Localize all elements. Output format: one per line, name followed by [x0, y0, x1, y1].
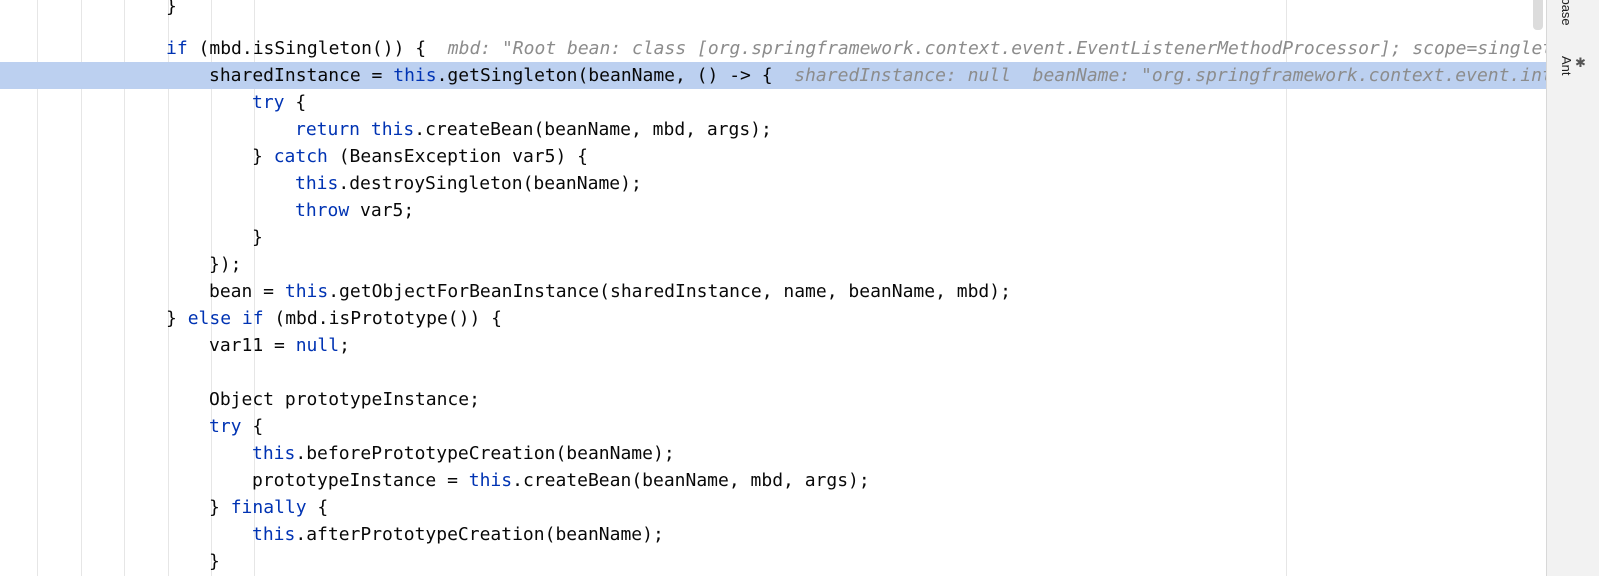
inline-debug-value: mbd: "Root bean: class [org.springframew…: [447, 38, 1547, 59]
code-token: var5;: [349, 200, 415, 221]
database-tab-label: Database: [1559, 0, 1574, 34]
keyword-token: try: [252, 92, 285, 113]
code-line[interactable]: }: [0, 548, 1547, 575]
code-token: }: [252, 146, 274, 167]
right-tool-window-bar: Database ✱ Ant: [1533, 0, 1599, 576]
code-token: {: [306, 497, 329, 518]
code-line[interactable]: this.destroySingleton(beanName);: [0, 170, 1547, 197]
code-token: .getObjectForBeanInstance(sharedInstance…: [328, 281, 1011, 302]
tool-window-tab-ant[interactable]: ✱ Ant: [1559, 56, 1589, 76]
ant-tab-label: Ant: [1559, 56, 1574, 76]
code-line[interactable]: [0, 8, 1547, 35]
code-line[interactable]: var11 = null;: [0, 332, 1547, 359]
keyword-token: this: [295, 173, 339, 194]
code-line[interactable]: this.afterPrototypeCreation(beanName);: [0, 521, 1547, 548]
code-token: }: [209, 551, 220, 572]
scrollbar-thumb[interactable]: [1533, 0, 1543, 30]
code-token: Object prototypeInstance;: [209, 389, 480, 410]
tool-window-tab-database[interactable]: Database: [1559, 0, 1574, 34]
code-token: .destroySingleton(beanName);: [338, 173, 642, 194]
keyword-token: this: [284, 281, 329, 302]
code-token: .afterPrototypeCreation(beanName);: [295, 524, 664, 545]
code-token: var11 =: [209, 335, 296, 356]
keyword-token: catch: [273, 146, 328, 167]
code-token: }: [209, 497, 231, 518]
code-line[interactable]: return this.createBean(beanName, mbd, ar…: [0, 116, 1547, 143]
code-line[interactable]: try {: [0, 89, 1547, 116]
code-line[interactable]: throw var5;: [0, 197, 1547, 224]
code-token: prototypeInstance =: [252, 470, 469, 491]
keyword-token: this: [393, 65, 437, 86]
code-line[interactable]: });: [0, 251, 1547, 278]
code-token: {: [241, 416, 264, 437]
keyword-token: try: [209, 416, 242, 437]
code-token: (mbd.isSingleton()) {: [187, 38, 448, 59]
code-token: (BeansException var5) {: [327, 146, 588, 167]
code-line[interactable]: } finally {: [0, 494, 1547, 521]
keyword-token: throw: [295, 200, 350, 221]
keyword-token: return: [295, 119, 361, 140]
code-line[interactable]: } else if (mbd.isPrototype()) {: [0, 305, 1547, 332]
code-token: bean =: [209, 281, 285, 302]
inline-debug-value: sharedInstance: null beanName: "org.spri…: [794, 65, 1547, 86]
code-token: .beforePrototypeCreation(beanName);: [295, 443, 675, 464]
code-token: .getSingleton(beanName, () -> {: [436, 65, 795, 86]
keyword-token: null: [295, 335, 340, 356]
keyword-token: this: [252, 524, 296, 545]
code-token: }: [166, 308, 188, 329]
keyword-token: this: [468, 470, 513, 491]
code-line[interactable]: try {: [0, 413, 1547, 440]
code-line[interactable]: prototypeInstance = this.createBean(bean…: [0, 467, 1547, 494]
keyword-token: this: [252, 443, 296, 464]
code-line[interactable]: this.beforePrototypeCreation(beanName);: [0, 440, 1547, 467]
code-token: (mbd.isPrototype()) {: [263, 308, 502, 329]
ant-icon: ✱: [1574, 56, 1589, 71]
code-line[interactable]: if (mbd.isSingleton()) { mbd: "Root bean…: [0, 35, 1547, 62]
code-token: .createBean(beanName, mbd, args);: [414, 119, 772, 140]
code-line[interactable]: Object prototypeInstance;: [0, 386, 1547, 413]
code-editor[interactable]: } if (mbd.isSingleton()) { mbd: "Root bea…: [0, 0, 1547, 576]
keyword-token: this: [370, 119, 415, 140]
code-line[interactable]: bean = this.getObjectForBeanInstance(sha…: [0, 278, 1547, 305]
code-token: ;: [339, 335, 350, 356]
code-line[interactable]: } catch (BeansException var5) {: [0, 143, 1547, 170]
code-token: sharedInstance =: [209, 65, 394, 86]
execution-point-line[interactable]: sharedInstance = this.getSingleton(beanN…: [0, 62, 1547, 89]
code-line[interactable]: [0, 359, 1547, 386]
code-line[interactable]: }: [0, 224, 1547, 251]
code-token: .createBean(beanName, mbd, args);: [512, 470, 870, 491]
keyword-token: if: [166, 38, 188, 59]
keyword-token: else if: [187, 308, 264, 329]
code-token: });: [209, 254, 242, 275]
keyword-token: finally: [230, 497, 307, 518]
code-token: {: [284, 92, 307, 113]
code-token: }: [252, 227, 263, 248]
